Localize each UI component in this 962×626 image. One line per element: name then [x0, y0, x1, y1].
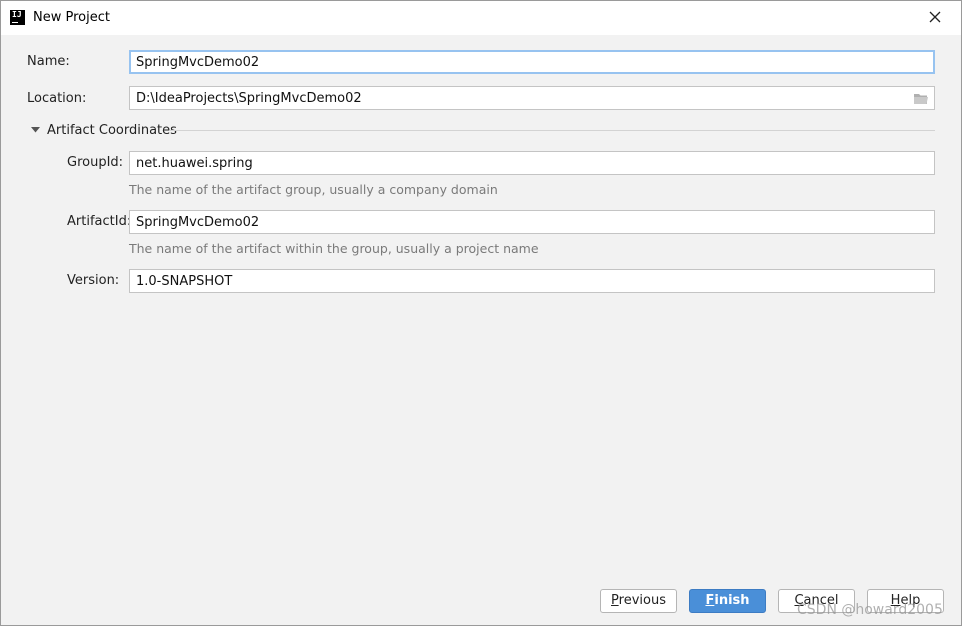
- new-project-dialog: IJ New Project Name: Location: Artifact …: [0, 0, 962, 626]
- intellij-app-icon: IJ: [10, 10, 25, 25]
- groupid-label: GroupId:: [67, 155, 124, 170]
- groupid-input[interactable]: [129, 151, 935, 175]
- section-divider: [169, 130, 935, 131]
- artifactid-input[interactable]: [129, 210, 935, 234]
- version-input[interactable]: [129, 269, 935, 293]
- name-input[interactable]: [129, 50, 935, 74]
- dialog-title: New Project: [33, 10, 110, 25]
- artifact-section-title[interactable]: Artifact Coordinates: [47, 123, 177, 138]
- artifactid-hint: The name of the artifact within the grou…: [129, 241, 539, 256]
- watermark: CSDN @howard2005: [797, 602, 943, 618]
- location-input[interactable]: [129, 86, 935, 110]
- previous-mnemonic: P: [611, 593, 619, 608]
- previous-label: revious: [618, 593, 666, 608]
- finish-button[interactable]: Finish: [689, 589, 766, 613]
- finish-label: inish: [714, 593, 750, 608]
- previous-button[interactable]: Previous: [600, 589, 677, 613]
- location-label: Location:: [27, 91, 87, 106]
- collapse-triangle-icon[interactable]: [30, 124, 42, 136]
- close-icon[interactable]: [925, 7, 945, 27]
- groupid-hint: The name of the artifact group, usually …: [129, 182, 498, 197]
- folder-icon[interactable]: [913, 92, 929, 106]
- artifactid-label: ArtifactId:: [67, 214, 132, 229]
- version-label: Version:: [67, 273, 120, 288]
- name-label: Name:: [27, 54, 70, 69]
- title-bar: IJ New Project: [1, 1, 961, 35]
